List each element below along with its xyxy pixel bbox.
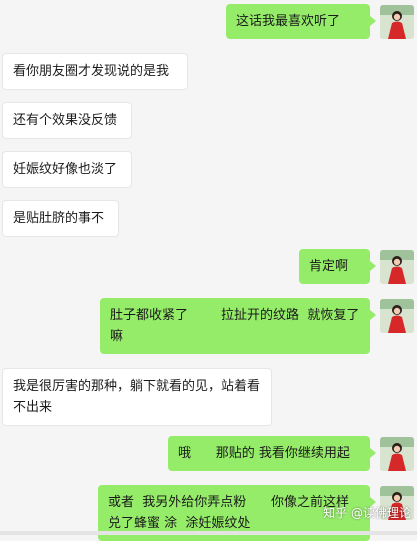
message-bubble-incoming[interactable]: 看你朋友圈才发现说的是我	[2, 53, 188, 90]
user-avatar-icon[interactable]	[380, 299, 414, 333]
message-bubble-outgoing[interactable]: 肚子都收紧了 拉扯开的纹路 就恢复了嘛	[100, 298, 376, 354]
message-bubble-incoming[interactable]: 还有个效果没反馈	[2, 102, 132, 139]
bottom-divider	[0, 531, 417, 535]
message-bubble-incoming[interactable]: 是贴肚脐的事不	[2, 200, 119, 237]
message-bubble-incoming[interactable]: 妊娠纹好像也淡了	[2, 151, 132, 188]
chat-message-list[interactable]: 这话我最喜欢听了 看你朋友圈才发现说的是我 还有个效果没反馈 妊娠纹好像也淡了 …	[0, 0, 417, 541]
message-bubble-incoming[interactable]: 我是很厉害的那种，躺下就看的见，站着看不出来	[2, 368, 272, 426]
message-bubble-outgoing[interactable]: 肯定啊	[299, 249, 376, 284]
message-bubble-outgoing[interactable]: 这话我最喜欢听了	[226, 4, 376, 39]
user-avatar-icon[interactable]	[380, 250, 414, 284]
watermark-text: 知乎 @读佛理论	[323, 506, 411, 520]
user-avatar-icon[interactable]	[380, 5, 414, 39]
user-avatar-icon[interactable]	[380, 437, 414, 471]
message-bubble-outgoing[interactable]: 哦 那贴的 我看你继续用起	[168, 436, 376, 471]
